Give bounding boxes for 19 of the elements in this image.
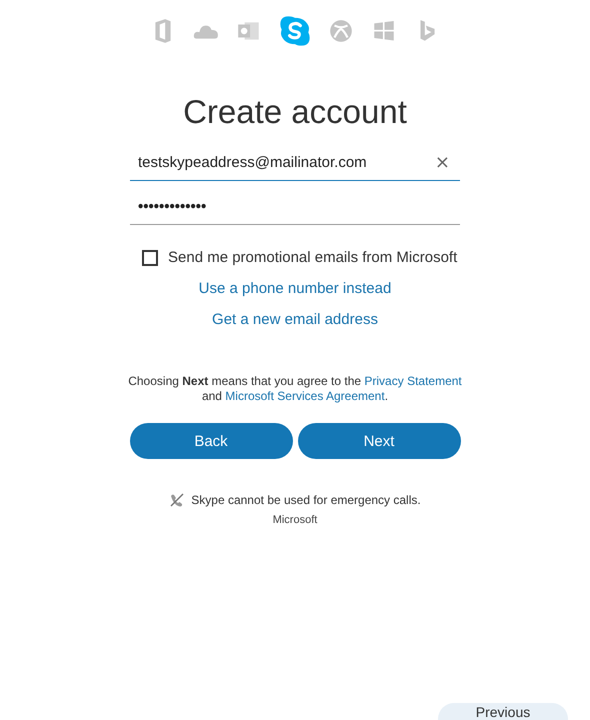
link[interactable]: Get a new email address <box>212 311 378 328</box>
phone-off-icon <box>169 492 186 508</box>
notice-text: Skype cannot be used for emergency calls. <box>191 493 421 507</box>
skype-icon[interactable] <box>279 15 311 47</box>
checkbox-label: Send me promotional emails from Microsoft <box>168 249 458 266</box>
link[interactable]: Microsoft Services Agreement <box>225 389 385 403</box>
previous-button[interactable]: Previous <box>438 703 568 720</box>
link[interactable]: Use a phone number instead <box>198 280 392 297</box>
xbox-icon[interactable] <box>328 18 354 44</box>
footer-text: Microsoft <box>272 514 318 526</box>
clear-button[interactable]: × <box>424 152 460 173</box>
email-field[interactable]: testskypeaddress@mailinator.com × <box>130 145 460 181</box>
action-button[interactable]: Back <box>130 423 292 459</box>
checkbox[interactable] <box>142 250 158 266</box>
legal-text: Choosing Next means that you agree to the Privacy Statement and Microsoft Services Agreement. <box>128 374 462 404</box>
password-field[interactable]: ••••••••••••• <box>130 189 460 225</box>
page-title: Create account <box>183 93 407 131</box>
link[interactable]: Privacy Statement <box>364 374 462 388</box>
action-button[interactable]: Next <box>298 423 460 459</box>
